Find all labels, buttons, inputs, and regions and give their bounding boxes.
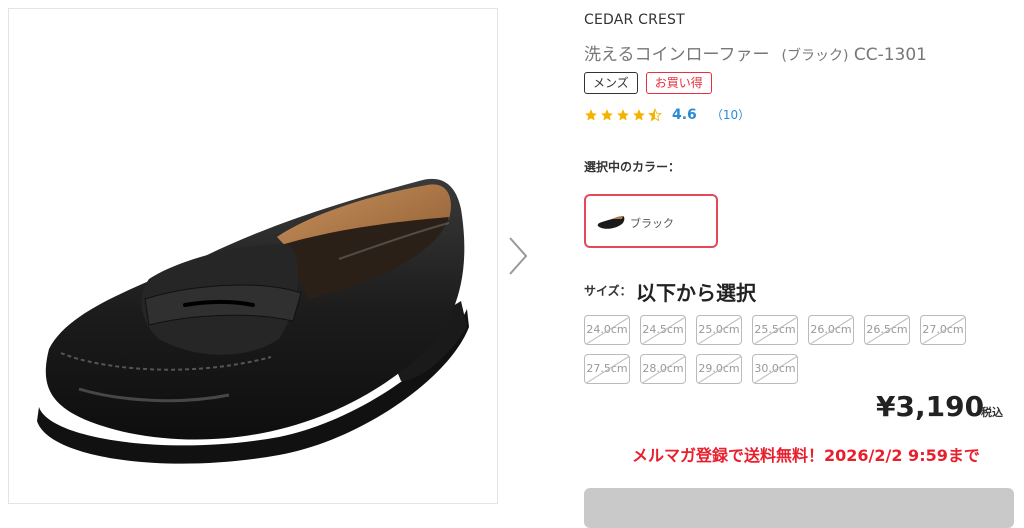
product-title: 洗えるコインローファー (ブラック) CC-1301 [584, 40, 927, 65]
price: ¥3,190 [876, 390, 985, 423]
product-color-suffix: (ブラック) [781, 48, 849, 64]
size-option-24-5[interactable]: 24.5cm [640, 315, 686, 345]
size-option-26-5[interactable]: 26.5cm [864, 315, 910, 345]
size-option-25-0[interactable]: 25.0cm [696, 315, 742, 345]
product-image-frame[interactable] [8, 8, 498, 504]
color-thumbnail-image [597, 216, 625, 229]
color-option-black[interactable]: ブラック [584, 194, 718, 248]
chevron-right-icon [509, 237, 528, 275]
product-tags: メンズ お買い得 [584, 72, 712, 94]
size-option-28-0[interactable]: 28.0cm [640, 354, 686, 384]
product-model: CC-1301 [853, 45, 927, 65]
size-option-26-0[interactable]: 26.0cm [808, 315, 854, 345]
tax-label: 税込 [981, 406, 1003, 419]
size-option-30-0[interactable]: 30.0cm [752, 354, 798, 384]
size-option-24-0[interactable]: 24.0cm [584, 315, 630, 345]
star-icon [617, 108, 629, 121]
star-icon [633, 108, 645, 121]
add-to-cart-button[interactable] [584, 488, 1014, 528]
size-option-25-5[interactable]: 25.5cm [752, 315, 798, 345]
size-prompt: 以下から選択 [636, 281, 756, 305]
review-count-link[interactable]: （10） [711, 106, 750, 123]
size-option-27-0[interactable]: 27.0cm [920, 315, 966, 345]
tag-mens: メンズ [584, 72, 638, 94]
next-image-button[interactable] [502, 232, 534, 280]
color-option-name: ブラック [630, 217, 674, 230]
rating: 4.6 （10） [584, 106, 750, 123]
tag-bargain: お買い得 [645, 72, 712, 94]
size-option-29-0[interactable]: 29.0cm [696, 354, 742, 384]
rating-value: 4.6 [672, 106, 697, 123]
product-image-loafer [37, 178, 469, 464]
size-label: サイズ： [584, 284, 632, 298]
brand-name[interactable]: CEDAR CREST [584, 12, 685, 28]
selected-color-label: 選択中のカラー： [584, 160, 681, 174]
star-icon [601, 108, 613, 121]
shipping-promo: メルマガ登録で送料無料！2026/2/2 9:59まで [632, 446, 980, 465]
star-icon [585, 108, 597, 121]
star-half-icon [648, 107, 662, 121]
size-option-27-5[interactable]: 27.5cm [584, 354, 630, 384]
product-name: 洗えるコインローファー [584, 45, 770, 65]
